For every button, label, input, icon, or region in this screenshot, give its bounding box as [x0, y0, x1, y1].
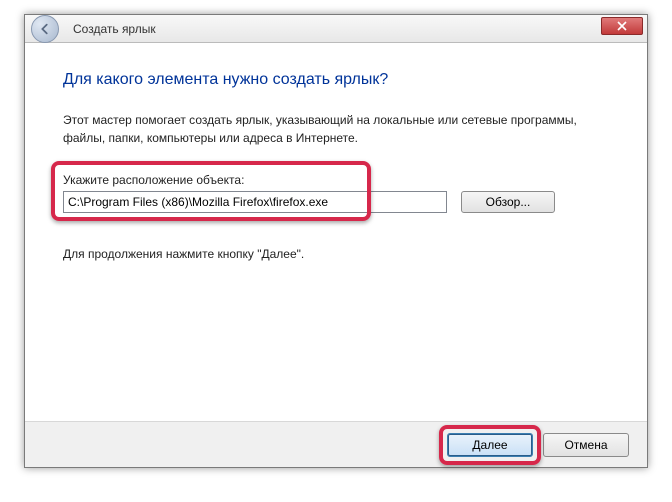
location-input[interactable]: [63, 191, 447, 213]
continue-hint: Для продолжения нажмите кнопку "Далее".: [63, 247, 609, 261]
close-button[interactable]: [601, 17, 643, 35]
location-row: Обзор...: [63, 191, 609, 213]
next-button-wrapper: Далее: [447, 433, 533, 457]
close-icon: [617, 21, 627, 31]
wizard-window: Создать ярлык Для какого элемента нужно …: [24, 14, 648, 468]
wizard-description: Этот мастер помогает создать ярлык, указ…: [63, 111, 609, 147]
location-label: Укажите расположение объекта:: [63, 173, 609, 187]
window-title: Создать ярлык: [73, 22, 156, 36]
titlebar: Создать ярлык: [25, 15, 647, 43]
browse-button[interactable]: Обзор...: [461, 191, 555, 213]
wizard-heading: Для какого элемента нужно создать ярлык?: [63, 71, 609, 89]
content-area: Для какого элемента нужно создать ярлык?…: [25, 43, 647, 261]
cancel-button[interactable]: Отмена: [543, 433, 629, 457]
back-button[interactable]: [31, 15, 59, 43]
location-group: Укажите расположение объекта: Обзор...: [63, 173, 609, 213]
footer: Далее Отмена: [25, 421, 647, 467]
back-arrow-icon: [38, 22, 52, 36]
next-button[interactable]: Далее: [447, 433, 533, 457]
